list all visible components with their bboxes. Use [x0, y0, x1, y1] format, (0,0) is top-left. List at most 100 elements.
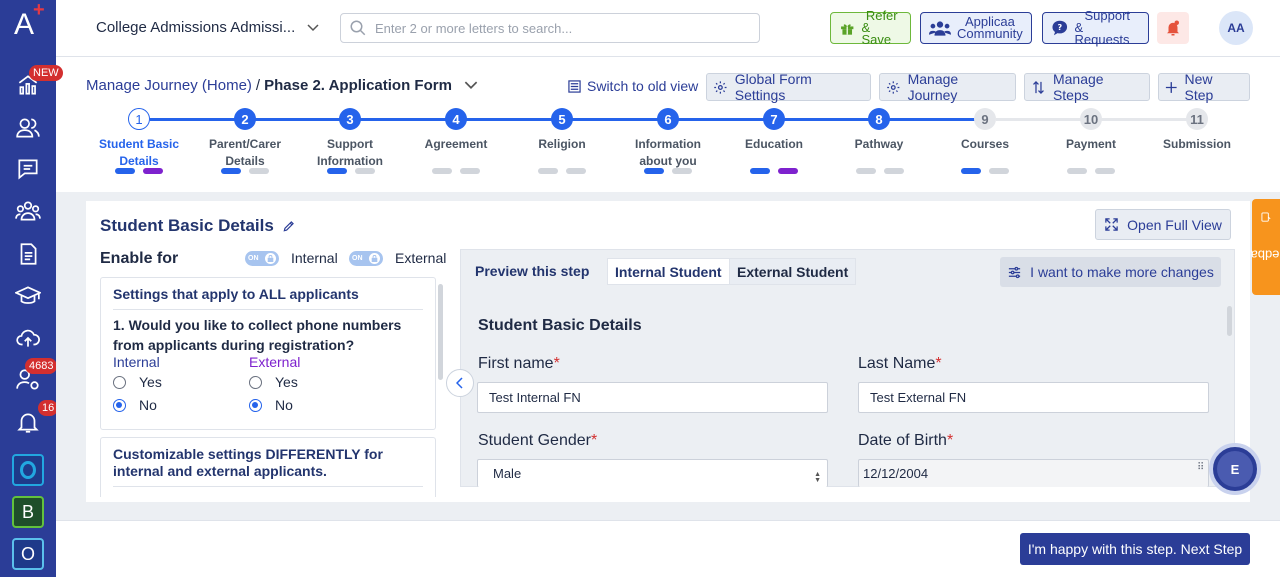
internal-column-heading: Internal	[113, 354, 160, 370]
drag-grip-icon[interactable]: ⠿	[1197, 462, 1204, 473]
external-no-option[interactable]: No	[249, 397, 293, 413]
step-number: 2	[234, 108, 256, 130]
step-1[interactable]: 1 Student Basic Details	[86, 108, 192, 170]
step-5-status	[538, 168, 586, 174]
alerts-button[interactable]	[1157, 12, 1189, 44]
next-step-button[interactable]: I'm happy with this step. Next Step	[1020, 533, 1250, 565]
manage-steps-button[interactable]: Manage Steps	[1024, 71, 1150, 103]
collapse-panel-button[interactable]	[446, 369, 474, 397]
external-toggle[interactable]: ON	[349, 251, 383, 266]
step-label: Agreement	[424, 137, 488, 151]
global-settings-label: Global Form Settings	[734, 71, 812, 103]
step-number: 11	[1186, 108, 1208, 130]
make-more-changes-button[interactable]: I want to make more changes	[1000, 257, 1221, 287]
switch-old-view-link[interactable]: Switch to old view	[568, 78, 698, 94]
graduation-cap-icon	[15, 286, 41, 304]
internal-toggle-label: Internal	[291, 250, 338, 266]
search-input[interactable]: Enter 2 or more letters to search...	[340, 13, 760, 43]
journey-stepper: 1 Student Basic Details 2 Parent/Carer Detai…	[86, 106, 1250, 186]
support-button[interactable]: ? Support & Requests	[1042, 9, 1149, 46]
cloud-upload-icon	[16, 329, 40, 347]
community-button[interactable]: Applicaa Community	[920, 12, 1032, 44]
settings-all-applicants: Settings that apply to ALL applicants 1.…	[100, 277, 436, 430]
step-8[interactable]: 8 Pathway	[826, 108, 932, 170]
open-full-view-button[interactable]: Open Full View	[1095, 209, 1231, 240]
step-10-status	[1067, 168, 1115, 174]
switch-old-label: Switch to old view	[587, 78, 699, 94]
radio-button[interactable]	[249, 375, 262, 389]
external-yes-option[interactable]: Yes	[249, 374, 298, 390]
step-3[interactable]: 3 Support Information	[297, 108, 403, 170]
refer-save-button[interactable]: Refer & Save	[830, 9, 911, 46]
chevron-left-icon	[456, 377, 463, 389]
last-name-field[interactable]: Test External FN	[858, 382, 1209, 413]
field-value: Test External FN	[870, 390, 967, 405]
breadcrumb-current[interactable]: Phase 2. Application Form	[264, 77, 452, 94]
svg-text:?: ?	[1057, 23, 1062, 32]
radio-button-selected[interactable]	[113, 398, 126, 412]
radio-button[interactable]	[113, 375, 126, 389]
step-2-status	[221, 168, 269, 174]
plus-icon	[1165, 81, 1177, 93]
step-9[interactable]: 9 Courses	[932, 108, 1038, 170]
chat-assistant-button[interactable]: E	[1209, 443, 1261, 495]
gear-icon	[714, 80, 727, 94]
sidebar-item-messages[interactable]	[0, 148, 56, 190]
sidebar-item-documents[interactable]	[0, 233, 56, 275]
external-column-heading: External	[249, 354, 301, 370]
app-o-label: O	[20, 543, 35, 564]
step-number: 10	[1080, 108, 1102, 130]
sidebar-item-contacts[interactable]	[0, 107, 56, 149]
app-logo[interactable]: A +	[14, 0, 46, 44]
step-7[interactable]: 7 Education	[721, 108, 827, 170]
institution-selector[interactable]: College Admissions Admissi...	[96, 19, 319, 36]
user-avatar[interactable]: AA	[1219, 11, 1253, 45]
option-label: No	[139, 397, 157, 413]
manage-journey-button[interactable]: Manage Journey	[879, 71, 1016, 103]
step-2[interactable]: 2 Parent/Carer Details	[192, 108, 298, 170]
sidebar-item-groups[interactable]	[0, 190, 56, 232]
internal-toggle[interactable]: ON	[245, 251, 279, 266]
tab-external-student[interactable]: External Student	[729, 258, 857, 285]
community-line2: Community	[957, 26, 1023, 41]
settings-scrollbar[interactable]	[438, 284, 443, 380]
feedback-tab[interactable]: Feedback	[1237, 199, 1280, 295]
breadcrumb-home[interactable]: Manage Journey (Home)	[86, 77, 252, 94]
top-bar: College Admissions Admissi... Enter 2 or…	[56, 0, 1280, 57]
sidebar-item-education[interactable]	[0, 275, 56, 317]
step-10[interactable]: 10 Payment	[1038, 108, 1144, 170]
step-number: 4	[445, 108, 467, 130]
radio-button-selected[interactable]	[249, 398, 262, 412]
edit-pencil-icon[interactable]	[282, 219, 296, 233]
sidebar-item-upload[interactable]	[0, 317, 56, 359]
first-name-field[interactable]: Test Internal FN	[477, 382, 828, 413]
select-arrows-icon: ▲ ▼	[814, 471, 821, 484]
gender-select[interactable]: Male ▲ ▼	[477, 459, 828, 487]
app-switch-o-plus[interactable]: O	[12, 538, 44, 570]
step-6[interactable]: 6 Information about you	[615, 108, 721, 170]
internal-no-option[interactable]: No	[113, 397, 157, 413]
logo-plus-icon: +	[33, 0, 45, 21]
step-label: Information about you	[635, 137, 701, 168]
tab-internal-student[interactable]: Internal Student	[607, 258, 730, 285]
step-5[interactable]: 5 Religion	[509, 108, 615, 170]
preview-scrollbar[interactable]	[1227, 306, 1232, 336]
global-form-settings-button[interactable]: Global Form Settings	[706, 71, 871, 103]
app-switch-b[interactable]: B	[12, 496, 44, 528]
field-value: Test Internal FN	[489, 390, 581, 405]
dob-label: Date of Birth*	[858, 432, 954, 449]
app-switch-o[interactable]	[12, 454, 44, 486]
dob-field[interactable]: 12/12/2004	[858, 459, 1209, 487]
step-8-status	[856, 168, 904, 174]
chevron-down-icon[interactable]	[464, 81, 478, 90]
users-badge: 4683	[25, 358, 58, 374]
step-11[interactable]: 11 Submission	[1144, 108, 1250, 170]
step-4[interactable]: 4 Agreement	[403, 108, 509, 170]
lock-icon	[265, 253, 276, 264]
internal-yes-option[interactable]: Yes	[113, 374, 162, 390]
option-label: Yes	[275, 374, 298, 390]
divider	[113, 486, 423, 487]
new-step-button[interactable]: New Step	[1158, 71, 1250, 103]
chat-initial: E	[1217, 451, 1253, 487]
panel-title: Student Basic Details	[100, 216, 296, 236]
